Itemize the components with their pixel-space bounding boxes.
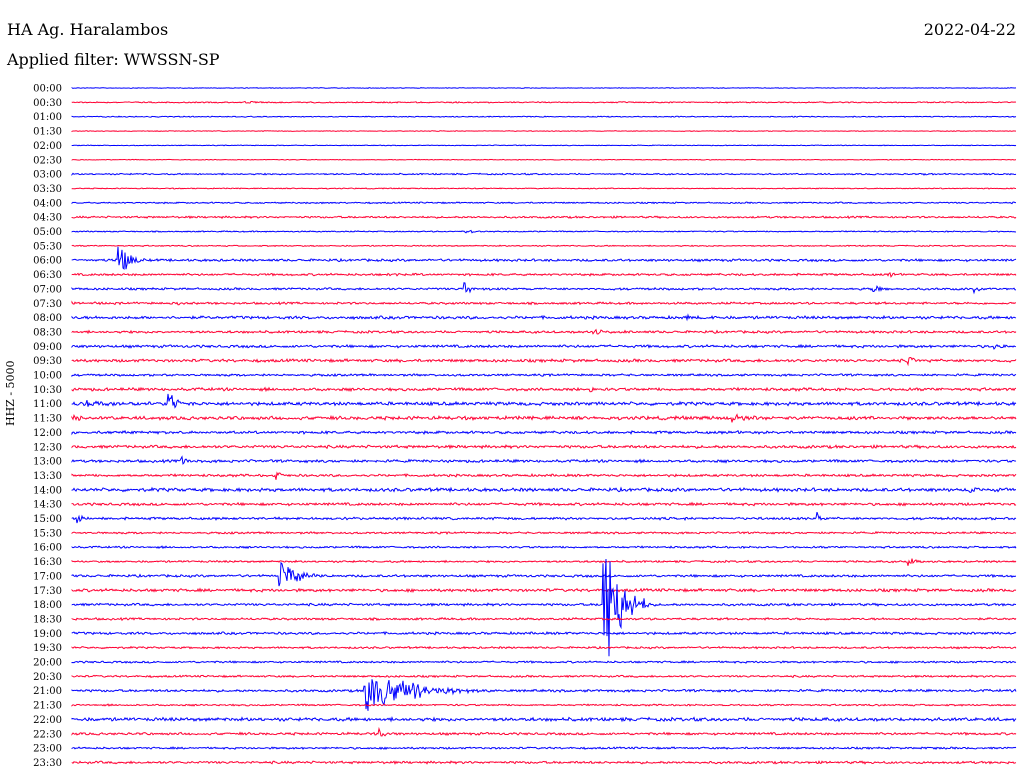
trace-line	[71, 282, 1017, 295]
trace-line	[71, 486, 1017, 493]
time-tick-label: 21:30	[33, 701, 62, 712]
trace-line	[71, 144, 1017, 147]
time-tick-label: 02:30	[33, 155, 62, 166]
time-tick-label: 16:30	[33, 557, 62, 568]
time-tick-label: 03:00	[33, 170, 62, 181]
trace-line	[71, 630, 1017, 636]
trace-line	[71, 187, 1017, 190]
trace-line	[71, 357, 1017, 367]
trace-line	[71, 716, 1017, 723]
trace-line	[71, 511, 1017, 524]
trace-line	[71, 328, 1017, 335]
time-tick-label: 07:00	[33, 284, 62, 295]
trace-line	[71, 561, 1017, 587]
trace-line	[71, 746, 1017, 750]
trace-line	[71, 100, 1017, 104]
time-tick-label: 04:30	[33, 213, 62, 224]
time-tick-label: 14:30	[33, 500, 62, 511]
time-tick-label: 15:30	[33, 528, 62, 539]
trace-line	[71, 429, 1017, 436]
time-tick-label: 09:00	[33, 342, 62, 353]
trace-line	[71, 313, 1017, 322]
time-tick-label: 13:00	[33, 457, 62, 468]
time-tick-label: 07:30	[33, 299, 62, 310]
time-tick-label: 14:00	[33, 485, 62, 496]
time-tick-label: 02:00	[33, 141, 62, 152]
time-tick-label: 00:00	[33, 84, 62, 95]
trace-line	[71, 760, 1017, 765]
trace-line	[71, 300, 1016, 306]
time-tick-label: 19:00	[33, 629, 62, 640]
time-tick-label: 15:00	[33, 514, 62, 525]
time-tick-label: 20:30	[33, 672, 62, 683]
time-tick-label: 12:00	[33, 428, 62, 439]
time-tick-label: 17:00	[33, 571, 62, 582]
time-tick-label: 08:30	[33, 327, 62, 338]
time-tick-label: 18:00	[33, 600, 62, 611]
trace-line	[71, 372, 1017, 378]
time-tick-label: 00:30	[33, 98, 62, 109]
trace-line	[71, 660, 1017, 664]
trace-line	[71, 587, 1017, 593]
time-tick-label: 06:00	[33, 256, 62, 267]
trace-line	[71, 545, 1017, 550]
time-tick-label: 10:30	[33, 385, 62, 396]
time-tick-label: 08:00	[33, 313, 62, 324]
trace-line	[71, 558, 1017, 657]
trace-line	[71, 172, 1017, 177]
time-tick-label: 05:30	[33, 241, 62, 252]
trace-line	[71, 471, 1017, 480]
trace-line	[71, 272, 1017, 278]
trace-line	[71, 343, 1017, 350]
time-tick-label: 23:00	[33, 744, 62, 755]
time-tick-label: 22:30	[33, 729, 62, 740]
trace-line	[71, 501, 1017, 507]
time-tick-label: 03:30	[33, 184, 62, 195]
trace-line	[71, 87, 1017, 89]
trace-line	[71, 215, 1017, 220]
trace-line	[71, 726, 1017, 737]
trace-line	[71, 616, 1017, 622]
time-tick-label: 19:30	[33, 643, 62, 654]
time-tick-label: 23:30	[33, 758, 62, 769]
trace-line	[71, 130, 1017, 133]
time-tick-label: 12:30	[33, 442, 62, 453]
time-tick-label: 06:30	[33, 270, 62, 281]
trace-line	[71, 393, 1017, 409]
trace-line	[71, 246, 1017, 270]
trace-line	[71, 674, 1017, 679]
trace-line	[71, 229, 1017, 234]
trace-line	[71, 444, 1017, 450]
trace-line	[71, 413, 1017, 423]
time-tick-label: 22:00	[33, 715, 62, 726]
time-tick-label: 13:30	[33, 471, 62, 482]
trace-line	[71, 645, 1017, 650]
time-tick-label: 18:30	[33, 614, 62, 625]
time-tick-label: 09:30	[33, 356, 62, 367]
trace-line	[71, 201, 1017, 205]
time-tick-label: 11:30	[33, 414, 62, 425]
time-tick-label: 20:00	[33, 658, 62, 669]
time-tick-label: 17:30	[33, 586, 62, 597]
seismogram-plot: 00:00 00:30 01:00 01:30 02:00 02:30 03:00 03:30…	[33, 84, 1017, 769]
time-tick-label: 04:00	[33, 198, 62, 209]
trace-line	[71, 115, 1017, 118]
trace-line	[71, 455, 1017, 465]
trace-line	[71, 244, 1017, 248]
time-tick-label: 01:00	[33, 112, 62, 123]
time-tick-label: 10:00	[33, 371, 62, 382]
trace-line	[71, 158, 1017, 161]
time-tick-label: 21:00	[33, 686, 62, 697]
trace-line	[71, 386, 1017, 393]
time-tick-label: 05:00	[33, 227, 62, 238]
time-tick-label: 11:00	[33, 399, 62, 410]
time-tick-label: 16:00	[33, 543, 62, 554]
trace-line	[71, 530, 1017, 535]
trace-line	[71, 558, 1017, 566]
time-tick-label: 01:30	[33, 127, 62, 138]
trace-line	[71, 703, 1017, 707]
